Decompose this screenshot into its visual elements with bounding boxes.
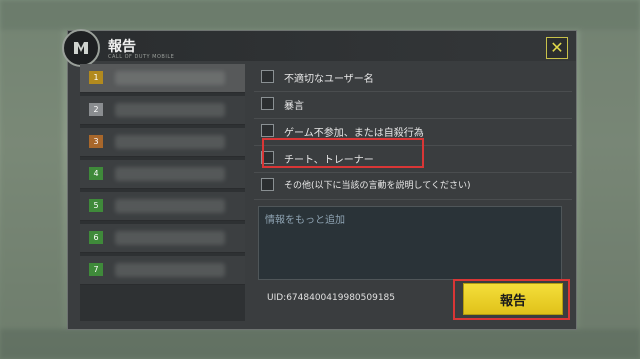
player-name-redacted xyxy=(115,71,225,85)
dialog-subtitle: CALL OF DUTY MOBILE xyxy=(108,54,175,60)
background-right-panel xyxy=(580,30,640,329)
reason-label: 不適切なユーザー名 xyxy=(284,74,374,85)
background-left-panel xyxy=(0,30,62,329)
background-bottom-bar xyxy=(0,329,640,359)
player-row[interactable]: 2 xyxy=(80,96,245,125)
reason-label: 暴言 xyxy=(284,101,304,112)
player-name-redacted xyxy=(115,135,225,149)
dialog-title: 報告 xyxy=(108,39,136,55)
reason-checkbox[interactable] xyxy=(261,124,274,137)
dialog-header: 報告 CALL OF DUTY MOBILE ✕ xyxy=(62,29,576,67)
cod-emblem-icon xyxy=(62,29,100,67)
player-name-redacted xyxy=(115,199,225,213)
rank-badge: 2 xyxy=(89,103,103,116)
background-top-bar xyxy=(0,0,640,30)
reason-checkbox[interactable] xyxy=(261,70,274,83)
uid-label: UID:6748400419980509185 xyxy=(267,293,395,303)
close-x-icon: ✕ xyxy=(550,38,564,57)
rank-badge: 7 xyxy=(89,263,103,276)
rank-badge: 1 xyxy=(89,71,103,84)
player-row[interactable]: 1 xyxy=(80,64,245,93)
player-row[interactable]: 7 xyxy=(80,256,245,285)
player-name-redacted xyxy=(115,231,225,245)
close-button[interactable]: ✕ xyxy=(546,37,568,59)
reason-option[interactable]: 不適切なユーザー名 xyxy=(254,64,572,92)
report-button[interactable]: 報告 xyxy=(463,283,563,315)
player-list: 1 2 3 4 5 6 7 xyxy=(80,64,245,321)
additional-info-input[interactable]: 情報をもっと追加 xyxy=(258,206,562,280)
rank-badge: 4 xyxy=(89,167,103,180)
player-row[interactable]: 5 xyxy=(80,192,245,221)
rank-badge: 3 xyxy=(89,135,103,148)
rank-badge: 5 xyxy=(89,199,103,212)
reason-option[interactable]: 暴言 xyxy=(254,91,572,119)
reason-checkbox[interactable] xyxy=(261,178,274,191)
reason-option[interactable]: その他(以下に当該の言動を説明してください) xyxy=(254,172,572,200)
player-row[interactable]: 6 xyxy=(80,224,245,253)
reason-label: その他(以下に当該の言動を説明してください) xyxy=(284,181,471,191)
rank-badge: 6 xyxy=(89,231,103,244)
player-name-redacted xyxy=(115,167,225,181)
player-name-redacted xyxy=(115,263,225,277)
reason-checkbox[interactable] xyxy=(261,97,274,110)
player-row[interactable]: 3 xyxy=(80,128,245,157)
player-row[interactable]: 4 xyxy=(80,160,245,189)
player-name-redacted xyxy=(115,103,225,117)
highlight-annotation xyxy=(262,138,424,168)
reason-label: ゲーム不参加、または自殺行為 xyxy=(284,128,424,139)
